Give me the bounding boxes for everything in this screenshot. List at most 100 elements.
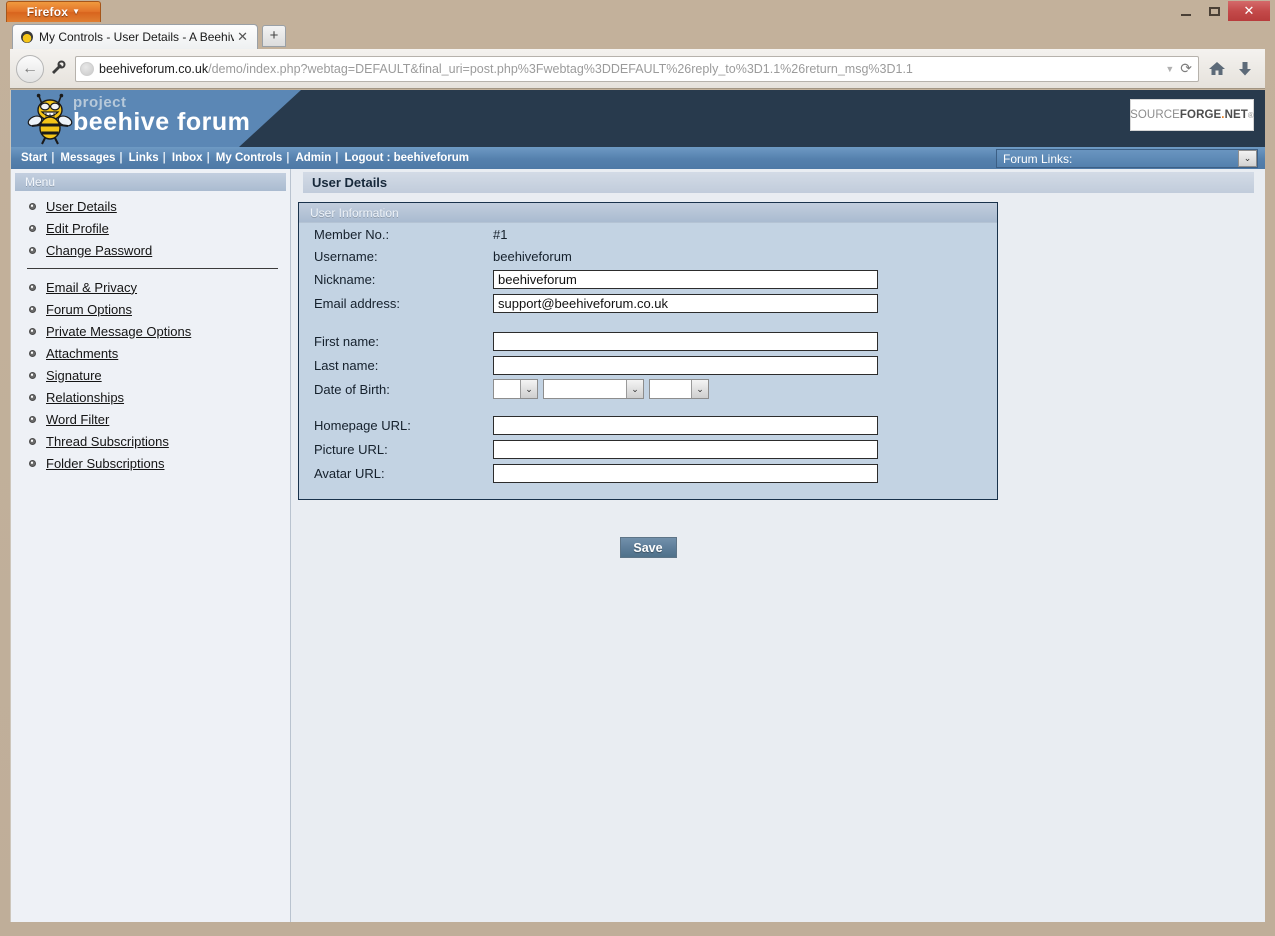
date-of-birth-controls: ⌄ ⌄ ⌄ [493, 379, 709, 399]
sidebar-item-forum-options[interactable]: Forum Options [11, 298, 290, 320]
last-name-input[interactable] [493, 356, 878, 375]
sidebar-link-label[interactable]: Attachments [46, 346, 118, 361]
close-tab-icon[interactable]: ✕ [234, 29, 251, 45]
url-path: /demo/index.php?webtag=DEFAULT&final_uri… [208, 62, 913, 76]
dob-month-select[interactable]: ⌄ [543, 379, 644, 399]
sidebar-item-signature[interactable]: Signature [11, 364, 290, 386]
nickname-input[interactable]: beehiveforum [493, 270, 878, 289]
username-label: Username: [314, 249, 493, 264]
user-information-panel: User Information Member No.: #1 Username… [298, 202, 998, 500]
new-tab-button[interactable]: + [262, 25, 286, 47]
sidebar-item-change-password[interactable]: Change Password [11, 239, 290, 261]
firefox-menu-label: Firefox [27, 5, 68, 19]
bullet-icon [29, 394, 36, 401]
homepage-url-label: Homepage URL: [314, 418, 493, 433]
save-button[interactable]: Save [620, 537, 677, 558]
sourceforge-banner[interactable]: SOURCEFORGE.NET® [1130, 99, 1254, 131]
home-button[interactable] [1203, 55, 1231, 83]
tab-strip: My Controls - User Details - A Beehiv...… [0, 22, 1275, 49]
sidebar-link-label[interactable]: Signature [46, 368, 102, 383]
sidebar-link-label[interactable]: Folder Subscriptions [46, 456, 165, 471]
email-input[interactable]: support@beehiveforum.co.uk [493, 294, 878, 313]
downloads-button[interactable] [1231, 55, 1259, 83]
minimize-button[interactable] [1172, 2, 1200, 21]
firefox-menu-button[interactable]: Firefox ▼ [6, 1, 101, 22]
sidebar-link-label[interactable]: Forum Options [46, 302, 132, 317]
forward-button[interactable] [45, 55, 71, 83]
logo-line-beehive-forum: beehive forum [73, 109, 250, 136]
sidebar-item-email-privacy[interactable]: Email & Privacy [11, 276, 290, 298]
nav-item-my-controls[interactable]: My Controls [214, 152, 284, 164]
nav-item-logout[interactable]: Logout : beehiveforum [342, 152, 471, 164]
bullet-icon [29, 328, 36, 335]
sidebar-link-label[interactable]: Edit Profile [46, 221, 109, 236]
avatar-url-input[interactable] [493, 464, 878, 483]
sidebar-link-label[interactable]: Thread Subscriptions [46, 434, 169, 449]
sidebar-item-user-details[interactable]: User Details [11, 195, 290, 217]
forum-links-select[interactable]: Forum Links: ⌄ [996, 149, 1258, 168]
sourceforge-part-forge: FORGE [1180, 109, 1221, 121]
homepage-url-input[interactable] [493, 416, 878, 435]
dob-year-select[interactable]: ⌄ [649, 379, 709, 399]
sidebar-item-word-filter[interactable]: Word Filter [11, 408, 290, 430]
sidebar-menu-group-secondary: Email & Privacy Forum Options Private Me… [11, 276, 290, 474]
sourceforge-part-net: NET [1225, 109, 1248, 121]
nickname-label: Nickname: [314, 272, 493, 287]
nav-item-links[interactable]: Links [127, 152, 161, 164]
sidebar-item-folder-subscriptions[interactable]: Folder Subscriptions [11, 452, 290, 474]
bullet-icon [29, 438, 36, 445]
close-icon: ✕ [1244, 3, 1255, 19]
nav-item-admin[interactable]: Admin [293, 152, 333, 164]
navigation-toolbar: ← beehiveforum.co.uk/demo/index.php?webt… [10, 49, 1265, 89]
chevron-down-icon: ▼ [72, 7, 80, 16]
sidebar-link-label[interactable]: User Details [46, 199, 117, 214]
picture-url-input[interactable] [493, 440, 878, 459]
user-information-header: User Information [299, 203, 997, 223]
email-label: Email address: [314, 296, 493, 311]
date-of-birth-label: Date of Birth: [314, 382, 493, 397]
sidebar-link-label[interactable]: Private Message Options [46, 324, 191, 339]
dob-day-select[interactable]: ⌄ [493, 379, 538, 399]
chevron-down-icon[interactable]: ▼ [1159, 64, 1180, 74]
first-name-input[interactable] [493, 332, 878, 351]
nav-item-messages[interactable]: Messages [58, 152, 117, 164]
first-name-label: First name: [314, 334, 493, 349]
reload-icon[interactable]: ⟳ [1180, 60, 1194, 77]
forward-arrow-icon [49, 60, 67, 78]
sidebar-item-relationships[interactable]: Relationships [11, 386, 290, 408]
browser-tab[interactable]: My Controls - User Details - A Beehiv...… [12, 24, 258, 49]
chevron-down-icon: ⌄ [691, 380, 708, 398]
nav-item-start[interactable]: Start [19, 152, 49, 164]
nav-separator: | [49, 152, 58, 164]
sidebar-link-label[interactable]: Change Password [46, 243, 152, 258]
sidebar-item-private-message-options[interactable]: Private Message Options [11, 320, 290, 342]
bullet-icon [29, 460, 36, 467]
url-bar[interactable]: beehiveforum.co.uk/demo/index.php?webtag… [75, 56, 1199, 82]
beehive-bee-logo-icon [25, 93, 77, 145]
back-button[interactable]: ← [16, 55, 44, 83]
field-spacer [299, 401, 997, 413]
bullet-icon [29, 416, 36, 423]
tab-title: My Controls - User Details - A Beehiv... [39, 30, 234, 44]
sidebar-item-attachments[interactable]: Attachments [11, 342, 290, 364]
close-window-button[interactable]: ✕ [1228, 1, 1270, 21]
back-arrow-icon: ← [22, 60, 38, 78]
sidebar-link-label[interactable]: Word Filter [46, 412, 109, 427]
maximize-button[interactable] [1200, 2, 1228, 21]
download-arrow-icon [1237, 60, 1253, 77]
last-name-label: Last name: [314, 358, 493, 373]
bullet-icon [29, 247, 36, 254]
sidebar-link-label[interactable]: Relationships [46, 390, 124, 405]
nav-item-inbox[interactable]: Inbox [170, 152, 205, 164]
bullet-icon [29, 203, 36, 210]
window-titlebar: Firefox ▼ ✕ [0, 0, 1275, 22]
forum-navigation-bar: Start| Messages| Links| Inbox| My Contro… [11, 147, 1265, 169]
sidebar-divider [27, 268, 278, 269]
sidebar-link-label[interactable]: Email & Privacy [46, 280, 137, 295]
sidebar-item-edit-profile[interactable]: Edit Profile [11, 217, 290, 239]
bullet-icon [29, 372, 36, 379]
page-title: User Details [303, 172, 1254, 193]
sidebar-item-thread-subscriptions[interactable]: Thread Subscriptions [11, 430, 290, 452]
chevron-down-icon: ⌄ [520, 380, 537, 398]
field-row-last-name: Last name: [299, 353, 997, 377]
